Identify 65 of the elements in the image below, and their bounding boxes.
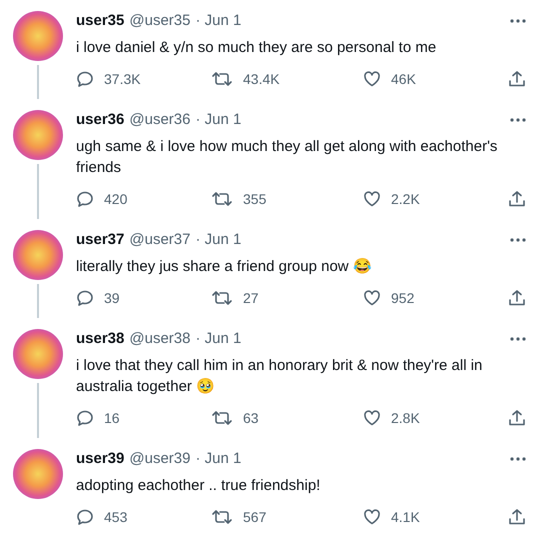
heart-icon[interactable] xyxy=(363,289,381,307)
reply-icon[interactable] xyxy=(76,70,94,88)
avatar[interactable] xyxy=(13,11,63,61)
retweet-icon[interactable] xyxy=(211,409,233,427)
user-name: user36 xyxy=(76,111,124,128)
user-name: user35 xyxy=(76,12,124,29)
retweet-count: 567 xyxy=(243,509,266,525)
heart-icon[interactable] xyxy=(363,190,381,208)
post-date: · Jun 1 xyxy=(195,12,242,29)
retweet-count: 63 xyxy=(243,410,259,426)
more-icon[interactable] xyxy=(510,238,526,242)
reply-icon[interactable] xyxy=(76,289,94,307)
user-handle: @user38 xyxy=(129,330,190,347)
user-name: user39 xyxy=(76,450,124,467)
retweet-icon[interactable] xyxy=(211,190,233,208)
reply-count: 39 xyxy=(104,290,120,306)
reply-count: 16 xyxy=(104,410,120,426)
like-count: 952 xyxy=(391,290,414,306)
reply-count: 453 xyxy=(104,509,128,525)
avatar[interactable] xyxy=(13,329,63,379)
post-date: · Jun 1 xyxy=(195,450,242,467)
more-icon[interactable] xyxy=(510,118,526,122)
user-handle: @user39 xyxy=(129,450,190,467)
retweet-count: 27 xyxy=(243,290,259,306)
reply-count: 37.3K xyxy=(104,71,141,87)
user-name: user37 xyxy=(76,231,124,248)
post-text: literally they jus share a friend group now 😂 xyxy=(76,257,373,277)
like-count: 46K xyxy=(391,71,416,87)
like-count: 2.2K xyxy=(391,191,420,207)
reply-icon[interactable] xyxy=(76,190,94,208)
post-text: i love daniel & y/n so much they are so personal to me xyxy=(76,38,438,58)
retweet-icon[interactable] xyxy=(211,508,233,526)
avatar[interactable] xyxy=(13,449,63,499)
share-icon[interactable] xyxy=(508,508,526,526)
retweet-icon[interactable] xyxy=(211,70,233,88)
user-handle: @user36 xyxy=(129,111,190,128)
post-text: adopting eachother .. true friendship! xyxy=(76,476,322,496)
avatar[interactable] xyxy=(13,110,63,160)
like-count: 2.8K xyxy=(391,410,420,426)
user-handle: @user37 xyxy=(129,231,190,248)
share-icon[interactable] xyxy=(508,409,526,427)
post-date: · Jun 1 xyxy=(195,330,242,347)
more-icon[interactable] xyxy=(510,18,526,22)
more-icon[interactable] xyxy=(510,336,526,340)
post-text: i love that they call him in an honorary brit & now they're all in australia together 🥹 xyxy=(76,356,484,397)
post-text: ugh same & i love how much they all get along with eachother's friends xyxy=(76,137,498,178)
user-handle: @user35 xyxy=(129,12,190,29)
user-name: user38 xyxy=(76,330,124,347)
heart-icon[interactable] xyxy=(363,508,381,526)
more-icon[interactable] xyxy=(510,456,526,460)
reply-icon[interactable] xyxy=(76,409,94,427)
heart-icon[interactable] xyxy=(363,409,381,427)
avatar[interactable] xyxy=(13,230,63,280)
reply-count: 420 xyxy=(104,191,128,207)
heart-icon[interactable] xyxy=(363,70,381,88)
share-icon[interactable] xyxy=(508,70,526,88)
reply-icon[interactable] xyxy=(76,508,94,526)
post-date: · Jun 1 xyxy=(195,111,242,128)
post-date: · Jun 1 xyxy=(195,231,242,248)
retweet-count: 355 xyxy=(243,191,266,207)
share-icon[interactable] xyxy=(508,289,526,307)
retweet-count: 43.4K xyxy=(243,71,280,87)
retweet-icon[interactable] xyxy=(211,289,233,307)
share-icon[interactable] xyxy=(508,190,526,208)
like-count: 4.1K xyxy=(391,509,420,525)
